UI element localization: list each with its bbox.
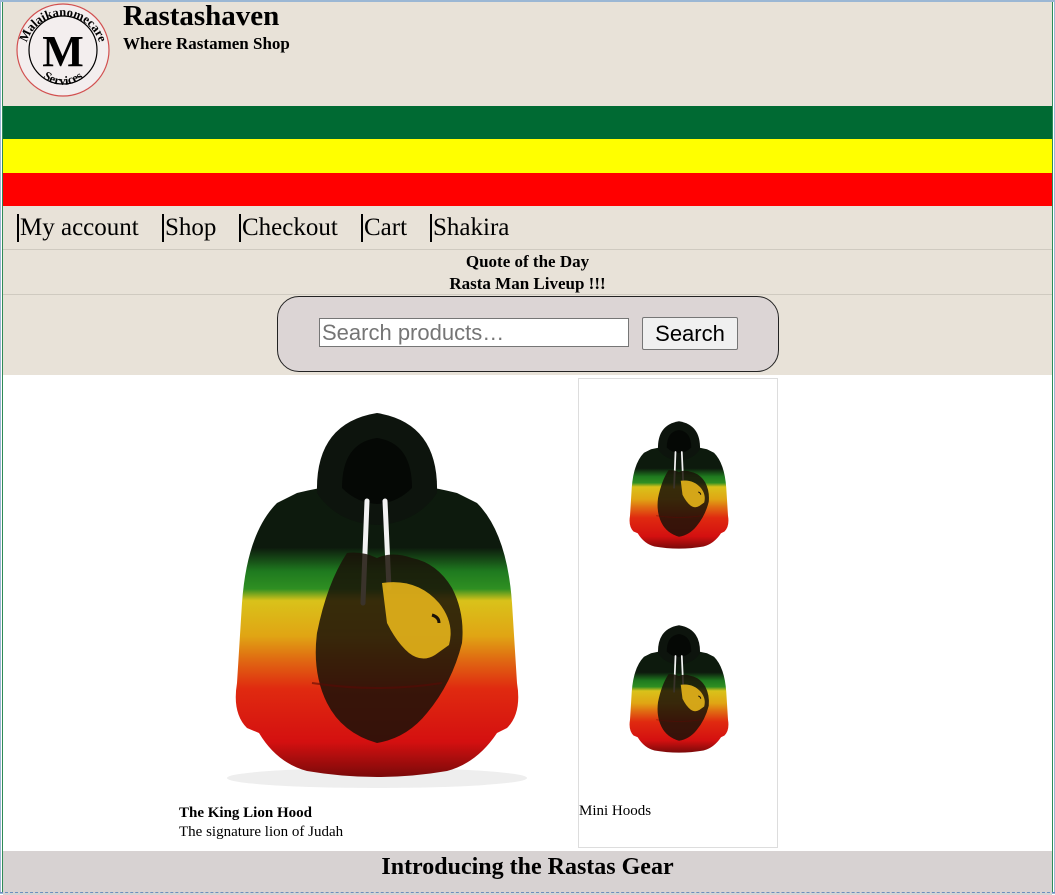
quote-of-the-day: Quote of the Day Rasta Man Liveup !!! (3, 250, 1052, 295)
flag-stripe-green (3, 106, 1052, 139)
flag-stripe-yellow (3, 139, 1052, 173)
page: Malaikanomecare Services M Rastashaven W… (2, 0, 1053, 895)
side-product-card[interactable]: Mini Hoods (578, 378, 778, 848)
search-form: Search (277, 296, 779, 372)
side-product-caption[interactable]: Mini Hoods (579, 803, 651, 820)
search-input[interactable] (319, 318, 629, 347)
nav-item-checkout[interactable]: Checkout (239, 214, 338, 242)
nav-item-cart[interactable]: Cart (361, 214, 407, 242)
search-button[interactable]: Search (642, 317, 738, 350)
site-header: Malaikanomecare Services M Rastashaven W… (3, 0, 1052, 106)
main-navigation: My account Shop Checkout Cart Shakira (3, 206, 1052, 250)
nav-item-my-account[interactable]: My account (17, 214, 139, 242)
product-showcase: The King Lion Hood The signature lion of… (3, 375, 1052, 851)
product-name[interactable]: The King Lion Hood (179, 805, 312, 822)
logo-letter: M (42, 27, 84, 76)
site-tagline: Where Rastamen Shop (123, 34, 290, 53)
quote-text: Rasta Man Liveup !!! (449, 274, 606, 293)
lion-hoodie-thumbnail[interactable] (609, 385, 749, 580)
gear-intro-title: Introducing the Rastas Gear (381, 854, 674, 880)
nav-item-shop[interactable]: Shop (162, 214, 216, 242)
lion-hoodie-image[interactable] (177, 383, 577, 793)
search-section: Search (3, 295, 1052, 375)
nav-item-shakira[interactable]: Shakira (430, 214, 509, 242)
gear-intro-section: Introducing the Rastas Gear (3, 851, 1052, 895)
flag-stripe-red (3, 173, 1052, 206)
product-description: The signature lion of Judah (179, 824, 344, 840)
site-title[interactable]: Rastashaven (123, 0, 279, 33)
company-logo[interactable]: Malaikanomecare Services M (13, 2, 113, 100)
quote-heading: Quote of the Day (465, 252, 590, 271)
lion-hoodie-thumbnail[interactable] (609, 589, 749, 784)
